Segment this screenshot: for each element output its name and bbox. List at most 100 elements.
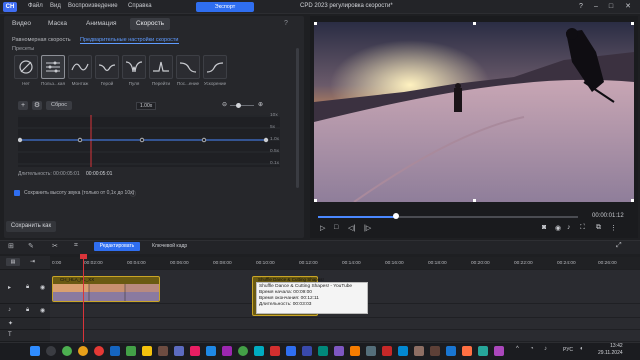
network-icon[interactable]: ◔: [530, 346, 534, 352]
preset-speedup[interactable]: [203, 55, 227, 79]
browser-icon[interactable]: [78, 346, 88, 356]
app-icon[interactable]: [366, 346, 376, 356]
preset-none[interactable]: [14, 55, 38, 79]
subtab-uniform-speed[interactable]: Равномерная скорость: [12, 37, 71, 43]
preset-slowdown[interactable]: [176, 55, 200, 79]
tab-video[interactable]: Видео: [6, 18, 37, 30]
app-icon[interactable]: [318, 346, 328, 356]
fullscreen-icon[interactable]: ⛶: [580, 224, 585, 232]
clock[interactable]: 13:42 29.11.2024: [598, 343, 623, 357]
resize-handle[interactable]: [631, 199, 634, 202]
search-icon[interactable]: [46, 346, 56, 356]
folder-icon[interactable]: [142, 346, 152, 356]
app-icon[interactable]: [414, 346, 424, 356]
resize-handle[interactable]: [631, 22, 634, 25]
video-preview[interactable]: [314, 22, 634, 202]
resize-handle[interactable]: [314, 22, 317, 25]
resize-handle[interactable]: [473, 199, 476, 202]
speaker-icon[interactable]: ◉: [40, 307, 45, 314]
powerdirector-icon[interactable]: [286, 346, 296, 356]
preset-custom[interactable]: [41, 55, 65, 79]
zoom-fit-icon[interactable]: ⇥: [30, 258, 35, 265]
excel-icon[interactable]: [126, 346, 136, 356]
opera-icon[interactable]: [94, 346, 104, 356]
save-as-button[interactable]: Сохранить как: [6, 221, 56, 232]
whatsapp-icon[interactable]: [238, 346, 248, 356]
lock-icon[interactable]: 🔒︎: [26, 307, 29, 314]
keyframe-button[interactable]: Ключевой кадр: [152, 243, 187, 249]
app-icon[interactable]: [494, 346, 504, 356]
crop-icon[interactable]: ⌗: [74, 242, 78, 250]
preset-bullet[interactable]: [122, 55, 146, 79]
app-icon[interactable]: [254, 346, 264, 356]
menu-help[interactable]: Справка: [128, 3, 152, 9]
app-icon[interactable]: [302, 346, 312, 356]
zoom-out-icon[interactable]: ⊖: [222, 101, 227, 108]
chrome-icon[interactable]: [62, 346, 72, 356]
app-icon[interactable]: [430, 346, 440, 356]
preset-hero[interactable]: [95, 55, 119, 79]
play-icon[interactable]: ▷: [320, 224, 325, 232]
menu-file[interactable]: Файл: [28, 3, 43, 9]
split-icon[interactable]: ✂: [52, 242, 58, 250]
panel-scrollbar[interactable]: [296, 48, 299, 188]
tab-mask[interactable]: Маска: [42, 18, 73, 30]
text-track[interactable]: [50, 330, 640, 342]
duration-value[interactable]: 00:00:05:01: [86, 171, 112, 177]
app-icon[interactable]: [462, 346, 472, 356]
menu-playback[interactable]: Воспроизведение: [68, 3, 118, 9]
premiere-icon[interactable]: [222, 346, 232, 356]
zoom-slider[interactable]: [230, 105, 254, 106]
maximize-icon[interactable]: □: [605, 2, 617, 12]
app-icon[interactable]: [158, 346, 168, 356]
edit-button[interactable]: Редактировать: [94, 242, 140, 251]
export-button[interactable]: Экспорт: [196, 2, 254, 12]
speed-curve-graph[interactable]: [17, 115, 280, 167]
app-icon[interactable]: [478, 346, 488, 356]
wifi-icon[interactable]: ◐: [580, 346, 584, 352]
app-icon[interactable]: [270, 346, 280, 356]
app-icon[interactable]: [446, 346, 456, 356]
photoshop-icon[interactable]: [206, 346, 216, 356]
playback-thumb[interactable]: [393, 213, 399, 219]
app-icon[interactable]: [174, 346, 184, 356]
menu-view[interactable]: Вид: [50, 3, 61, 9]
settings-icon[interactable]: ⚙: [32, 101, 42, 110]
reset-button[interactable]: Сброс: [46, 101, 72, 110]
keep-pitch-checkbox[interactable]: [14, 190, 20, 196]
word-icon[interactable]: [110, 346, 120, 356]
volume-icon[interactable]: ♪: [567, 224, 571, 231]
zoom-slider-thumb[interactable]: [236, 103, 241, 108]
info-icon[interactable]: ⓘ: [130, 189, 136, 198]
resize-handle[interactable]: [473, 22, 476, 25]
effects-track[interactable]: [50, 318, 640, 330]
fit-timeline-icon[interactable]: ⤢: [616, 242, 622, 250]
app-icon[interactable]: [190, 346, 200, 356]
help-circle-icon[interactable]: ?: [284, 20, 288, 27]
quality-icon[interactable]: ◉: [555, 224, 561, 232]
snapshot-icon[interactable]: ◙: [542, 224, 546, 231]
preset-jump[interactable]: [149, 55, 173, 79]
speed-value[interactable]: 1.00x: [136, 102, 157, 110]
pen-icon[interactable]: ✎: [28, 242, 34, 250]
app-icon[interactable]: [350, 346, 360, 356]
more-icon[interactable]: ⋮: [610, 224, 617, 232]
eye-icon[interactable]: ◉: [40, 284, 45, 291]
resize-handle[interactable]: [314, 199, 317, 202]
app-icon[interactable]: [382, 346, 392, 356]
preset-montage[interactable]: [68, 55, 92, 79]
next-frame-icon[interactable]: |▷: [364, 224, 371, 232]
tray-icon[interactable]: ^: [516, 346, 519, 352]
app-icon[interactable]: [398, 346, 408, 356]
add-point-button[interactable]: +: [18, 101, 28, 110]
minimize-icon[interactable]: –: [590, 2, 602, 12]
app-icon[interactable]: [334, 346, 344, 356]
subtab-speed-presets[interactable]: Предварительные настройки скорости: [80, 37, 179, 44]
playhead-handle[interactable]: [80, 254, 87, 259]
volume-tray-icon[interactable]: ♪: [544, 346, 547, 352]
stop-icon[interactable]: □: [334, 224, 338, 231]
lock-icon[interactable]: 🔒︎: [26, 284, 29, 291]
detach-icon[interactable]: ⧉: [596, 224, 601, 232]
prev-frame-icon[interactable]: ◁|: [348, 224, 355, 232]
close-icon[interactable]: ✕: [622, 2, 634, 12]
